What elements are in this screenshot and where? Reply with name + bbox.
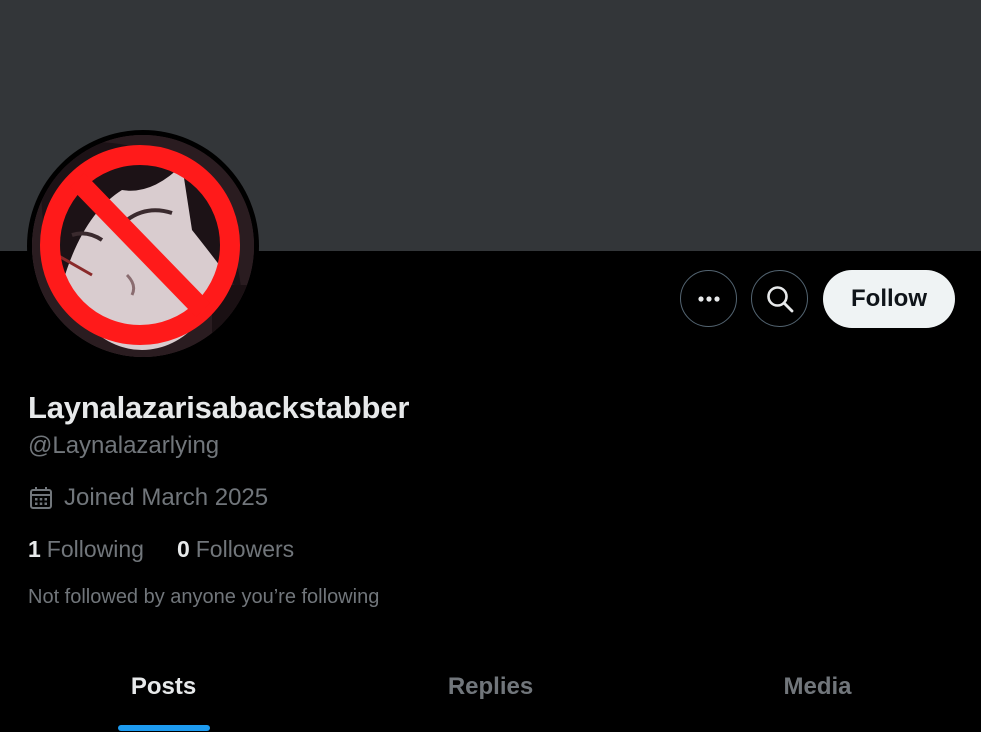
display-name: Laynalazarisabackstabber: [28, 390, 410, 425]
avatar-frame: [27, 130, 259, 362]
tab-posts[interactable]: Posts: [0, 648, 327, 732]
followers-label: Followers: [195, 536, 295, 562]
search-icon: [766, 285, 793, 312]
search-profile-button[interactable]: [751, 270, 808, 327]
active-tab-indicator: [117, 725, 210, 731]
more-horizontal-icon: [697, 295, 720, 302]
followers-count: 0: [176, 536, 190, 562]
following-count: 1: [28, 536, 41, 562]
joined-text: Joined March 2025: [64, 484, 269, 511]
tab-media[interactable]: Media: [654, 648, 981, 732]
tab-replies[interactable]: Replies: [327, 648, 654, 732]
following-link[interactable]: 1 Following: [28, 536, 144, 563]
followers-link[interactable]: 0 Followers: [177, 536, 294, 563]
following-label: Following: [46, 536, 144, 562]
follow-stats: 1 Following 0 Followers: [28, 536, 294, 563]
tab-label: Media: [783, 673, 852, 700]
avatar[interactable]: [32, 135, 254, 357]
joined-date: Joined March 2025: [28, 484, 268, 512]
calendar-icon: [28, 485, 54, 511]
user-handle: @Laynalazarlying: [28, 432, 220, 459]
follow-button[interactable]: Follow: [823, 270, 955, 328]
mutual-followers-note: Not followed by anyone you’re following: [28, 586, 380, 608]
more-options-button[interactable]: [680, 270, 737, 327]
profile-tabs: Posts Replies Media: [0, 648, 981, 732]
profile-page: Follow Laynalazarisabackstabber @Laynala…: [0, 0, 981, 732]
avatar-image: [32, 135, 254, 357]
tab-label: Replies: [447, 673, 534, 700]
tab-label: Posts: [130, 673, 197, 700]
